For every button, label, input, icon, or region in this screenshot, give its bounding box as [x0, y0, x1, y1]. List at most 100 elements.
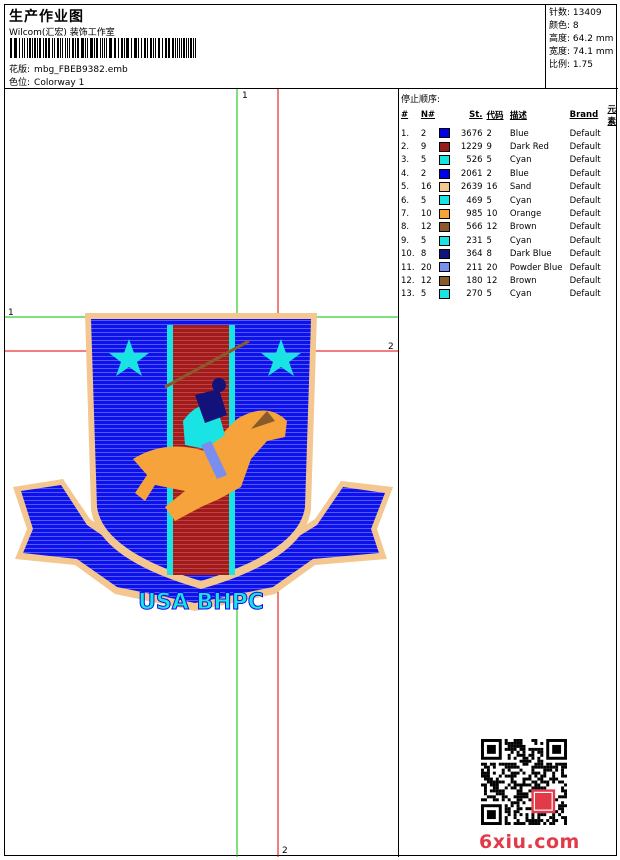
header-panel: 生产作业图 Wilcom(汇宏) 装饰工作室 花版: mbg_FBEB9382.e… — [5, 5, 546, 89]
row-index: 3. — [401, 155, 410, 166]
brand-name: Default — [569, 209, 601, 220]
stop-sequence-panel: 停止顺序: # N# St. 代码 描述 Brand 元素 1. 2 3676 2 Bl… — [399, 89, 618, 857]
row-index: 4. — [401, 168, 410, 179]
stop-sequence-table: # N# St. 代码 描述 Brand 元素 1. 2 3676 2 Blue Defa… — [399, 103, 618, 301]
brand-name: Default — [569, 249, 601, 260]
row-index: 12. — [401, 275, 415, 286]
color-swatch — [437, 234, 455, 247]
brand-name: Default — [569, 195, 601, 206]
color-description: Dark Red — [509, 142, 549, 153]
spec-scale: 比例: 1.75 — [549, 60, 593, 70]
color-swatch — [437, 288, 455, 301]
color-swatch — [437, 154, 455, 167]
design-canvas: USA BHPC 1 2 1 2 — [5, 89, 399, 857]
row-index: 1. — [401, 128, 410, 139]
table-row: 13. 5 270 5 Cyan Default — [399, 288, 618, 301]
needle-number: 8 — [420, 249, 427, 260]
color-swatch-box — [439, 155, 451, 166]
row-index: 10. — [401, 249, 415, 260]
stitch-count: 469 — [466, 195, 483, 206]
needle-number: 5 — [420, 235, 427, 246]
row-index: 8. — [401, 222, 410, 233]
row-index: 9. — [401, 235, 410, 246]
guide-label-v1: 1 — [242, 91, 248, 101]
color-description: Cyan — [509, 155, 532, 166]
color-description: Dark Blue — [509, 249, 552, 260]
color-swatch-box — [439, 168, 451, 179]
color-description: Brown — [509, 275, 537, 286]
stitch-count: 180 — [466, 275, 483, 286]
table-row: 10. 8 364 8 Dark Blue Default — [399, 248, 618, 261]
needle-number: 5 — [420, 289, 427, 300]
row-index: 2. — [401, 142, 410, 153]
color-swatch — [437, 248, 455, 261]
color-code: 5 — [486, 155, 492, 166]
production-worksheet: 生产作业图 Wilcom(汇宏) 装饰工作室 花版: mbg_FBEB9382.e… — [4, 4, 618, 857]
page-title: 生产作业图 — [9, 9, 84, 25]
needle-number: 10 — [420, 209, 432, 220]
needle-number: 20 — [420, 262, 432, 273]
stitch-count: 566 — [466, 222, 483, 233]
spec-stitches: 针数: 13409 — [549, 8, 602, 18]
color-code: 20 — [486, 262, 498, 273]
studio-name: Wilcom(汇宏) 装饰工作室 — [9, 28, 115, 38]
design-file: mbg_FBEB9382.emb — [34, 65, 128, 75]
color-code: 2 — [486, 168, 492, 179]
stitch-count: 526 — [466, 155, 483, 166]
row-index: 11. — [401, 262, 415, 273]
color-description: Sand — [509, 182, 532, 193]
color-swatch — [437, 194, 455, 207]
color-description: Cyan — [509, 289, 532, 300]
brand-name: Default — [569, 155, 601, 166]
color-swatch — [437, 207, 455, 220]
needle-number: 16 — [420, 182, 432, 193]
needle-number: 5 — [420, 155, 427, 166]
color-swatch — [437, 167, 455, 180]
row-index: 6. — [401, 195, 410, 206]
needle-number: 2 — [420, 128, 427, 139]
needle-number: 5 — [420, 195, 427, 206]
stitch-count: 985 — [466, 209, 483, 220]
table-row: 5. 16 2639 16 Sand Default — [399, 181, 618, 194]
row-index: 7. — [401, 209, 410, 220]
row-index: 13. — [401, 289, 415, 300]
colorway-value: Colorway 1 — [34, 78, 85, 88]
color-swatch-box — [439, 222, 451, 233]
table-row: 12. 12 180 12 Brown Default — [399, 274, 618, 287]
color-code: 9 — [486, 142, 492, 153]
guide-label-h1: 1 — [8, 308, 14, 318]
brand-name: Default — [569, 142, 601, 153]
color-swatch-box — [439, 208, 451, 219]
color-description: Cyan — [509, 195, 532, 206]
table-header: # N# St. 代码 描述 Brand 元素 — [401, 105, 616, 127]
color-swatch-box — [439, 248, 451, 259]
needle-number: 2 — [420, 168, 427, 179]
color-code: 5 — [486, 195, 492, 206]
embroidery-preview: USA BHPC — [5, 89, 398, 857]
color-swatch-box — [439, 275, 451, 286]
table-row: 3. 5 526 5 Cyan Default — [399, 154, 618, 167]
table-row: 8. 12 566 12 Brown Default — [399, 221, 618, 234]
color-description: Cyan — [509, 235, 532, 246]
color-description: Powder Blue — [509, 262, 563, 273]
design-line: 花版: mbg_FBEB9382.emb — [9, 62, 128, 75]
qr-code — [481, 739, 567, 825]
row-index: 5. — [401, 182, 410, 193]
brand-name: Default — [569, 289, 601, 300]
brand-name: Default — [569, 128, 601, 139]
needle-number: 9 — [420, 142, 427, 153]
spec-height: 高度: 64.2 mm — [549, 34, 614, 44]
stitch-count: 3676 — [460, 128, 483, 139]
color-description: Blue — [509, 168, 529, 179]
color-swatch-box — [439, 262, 451, 273]
stitch-count: 270 — [466, 289, 483, 300]
color-swatch — [437, 181, 455, 194]
table-row: 2. 9 1229 9 Dark Red Default — [399, 140, 618, 153]
stitch-count: 231 — [466, 235, 483, 246]
stitch-count: 2639 — [460, 182, 483, 193]
brand-name: Default — [569, 182, 601, 193]
needle-number: 12 — [420, 275, 432, 286]
color-code: 5 — [486, 235, 492, 246]
color-swatch — [437, 221, 455, 234]
table-row: 4. 2 2061 2 Blue Default — [399, 167, 618, 180]
